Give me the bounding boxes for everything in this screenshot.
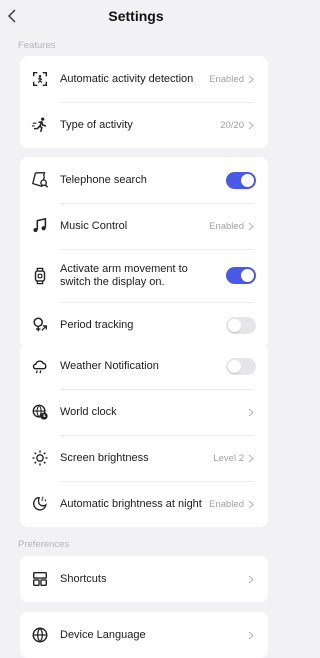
row-world-clock[interactable]: World clock (20, 389, 268, 435)
row-value: Enabled (209, 220, 244, 232)
row-label: Weather Notification (60, 359, 159, 372)
chevron-right-icon (248, 575, 262, 584)
row-label: Device Language (60, 628, 146, 641)
chevron-right-icon (248, 500, 262, 509)
shortcuts-icon (20, 556, 60, 602)
card-activity: Automatic activity detection Enabled Typ… (20, 56, 268, 148)
night-brightness-icon (20, 481, 60, 527)
row-shortcuts[interactable]: Shortcuts (20, 556, 268, 602)
row-music-control[interactable]: Music Control Enabled (20, 203, 268, 249)
globe-icon (20, 612, 60, 658)
row-value: 20/20 (220, 119, 244, 131)
row-label: World clock (60, 405, 117, 418)
arm-movement-toggle[interactable] (226, 267, 256, 284)
card-display: Weather Notification World clock Screen … (20, 343, 268, 527)
row-arm-movement[interactable]: Activate arm movement to switch the disp… (20, 249, 268, 302)
chevron-right-icon (248, 631, 262, 640)
row-label: Music Control (60, 219, 128, 232)
weather-icon (20, 343, 60, 389)
row-label: Shortcuts (60, 572, 107, 585)
row-label: Telephone search (60, 173, 147, 186)
row-value: Enabled (209, 498, 244, 510)
activity-detection-icon (20, 56, 60, 102)
chevron-right-icon (248, 222, 262, 231)
row-type-of-activity[interactable]: Type of activity 20/20 (20, 102, 268, 148)
section-label-preferences: Preferences (18, 539, 70, 550)
row-value: Enabled (209, 73, 244, 85)
weather-notification-toggle[interactable] (226, 357, 256, 375)
row-label: Screen brightness (60, 451, 149, 464)
header: Settings (0, 0, 272, 34)
row-label: Automatic brightness at night (60, 497, 202, 510)
sun-icon (20, 435, 60, 481)
row-label: Type of activity (60, 118, 133, 131)
row-value: Level 2 (213, 452, 244, 464)
section-label-features: Features (18, 40, 56, 51)
phone-search-icon (20, 157, 60, 203)
row-automatic-activity-detection[interactable]: Automatic activity detection Enabled (20, 56, 268, 102)
row-screen-brightness[interactable]: Screen brightness Level 2 (20, 435, 268, 481)
world-clock-icon (20, 389, 60, 435)
row-device-language[interactable]: Device Language (20, 612, 268, 658)
row-period-tracking[interactable]: Period tracking (20, 302, 268, 348)
row-label: Activate arm movement to switch the disp… (60, 262, 188, 288)
row-weather-notification[interactable]: Weather Notification (20, 343, 268, 389)
row-label: Automatic activity detection (60, 72, 194, 85)
chevron-right-icon (248, 408, 262, 417)
telephone-search-toggle[interactable] (226, 171, 256, 189)
row-night-brightness[interactable]: Automatic brightness at night Enabled (20, 481, 268, 527)
running-icon (20, 102, 60, 148)
chevron-right-icon (248, 454, 262, 463)
period-tracking-toggle[interactable] (226, 316, 256, 334)
music-note-icon (20, 203, 60, 249)
card-shortcuts: Shortcuts (20, 556, 268, 602)
row-label: Period tracking (60, 318, 134, 331)
card-device: Telephone search Music Control Enabled A… (20, 157, 268, 348)
page-title: Settings (108, 8, 164, 24)
card-language: Device Language (20, 612, 268, 658)
chevron-right-icon (248, 75, 262, 84)
period-tracking-icon (20, 302, 60, 348)
row-telephone-search[interactable]: Telephone search (20, 157, 268, 203)
chevron-right-icon (248, 121, 262, 130)
watch-icon (20, 249, 60, 302)
